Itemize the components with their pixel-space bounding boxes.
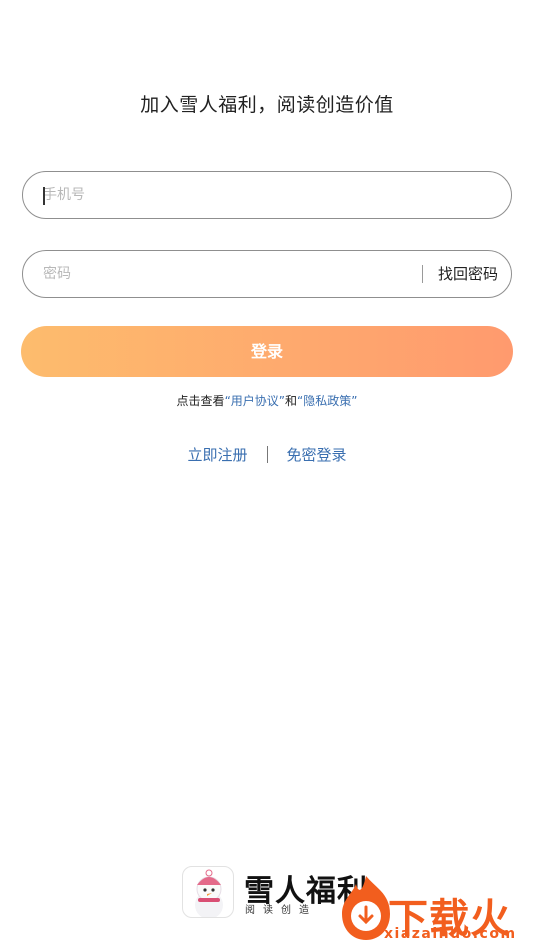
agreement-and: 和 [285, 394, 298, 408]
password-input[interactable] [43, 251, 403, 297]
alt-login-links: 立即注册 免密登录 [0, 443, 534, 465]
brand-slogan: 阅读创造 [245, 905, 317, 916]
password-field[interactable]: 找回密码 [22, 250, 512, 298]
login-button[interactable]: 登录 [21, 326, 513, 377]
agreement-prefix: 点击查看 [176, 394, 225, 408]
user-agreement-link[interactable]: “用户协议” [225, 394, 285, 408]
text-caret [43, 187, 45, 205]
passwordless-login-link[interactable]: 免密登录 [268, 444, 366, 465]
register-link[interactable]: 立即注册 [168, 444, 266, 465]
snowman-logo-icon [182, 866, 234, 918]
page-title: 加入雪人福利，阅读创造价值 [140, 94, 394, 116]
agreement-text: 点击查看“用户协议”和“隐私政策” [0, 392, 534, 409]
watermark-url: xiazaihuo.com [384, 926, 517, 942]
forgot-password-link[interactable]: 找回密码 [438, 251, 498, 297]
phone-input[interactable] [43, 172, 403, 218]
phone-field[interactable] [22, 171, 512, 219]
field-divider [422, 265, 423, 283]
privacy-policy-link[interactable]: “隐私政策” [297, 394, 357, 408]
